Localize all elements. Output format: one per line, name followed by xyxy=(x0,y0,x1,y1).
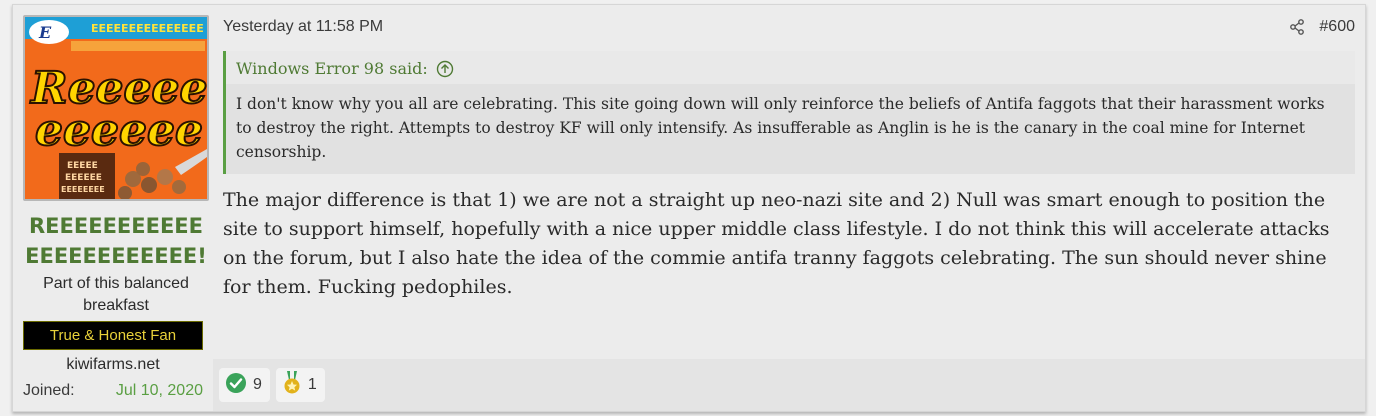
jump-to-quote-icon[interactable] xyxy=(436,60,454,78)
forum-post: EEEEEEEEEEEEEEE E Reeeee eeeeee EEEEE EE… xyxy=(12,4,1366,412)
post-main: Yesterday at 11:58 PM #600 Windows Error… xyxy=(213,5,1365,411)
avatar-top-banner: EEEEEEEEEEEEEEE xyxy=(91,22,204,35)
joined-row: Joined: Jul 10, 2020 xyxy=(23,380,203,402)
medal-icon xyxy=(282,370,302,400)
avatar-corner-logo: E xyxy=(38,23,52,42)
quote-text: I don't know why you all are celebrating… xyxy=(226,84,1355,174)
message-body: The major difference is that 1) we are n… xyxy=(223,189,1330,298)
avatar-image: EEEEEEEEEEEEEEE E Reeeee eeeeee EEEEE EE… xyxy=(25,17,207,199)
reaction-winner-count: 1 xyxy=(307,376,317,393)
post-header: Yesterday at 11:58 PM #600 xyxy=(223,15,1355,39)
avatar-box-line-3: EEEEEEEE xyxy=(61,185,105,194)
user-banner: True & Honest Fan xyxy=(23,321,203,350)
avatar-box-line-2: EEEEEE xyxy=(65,173,102,183)
post-header-actions: #600 xyxy=(1289,18,1355,36)
checkmark-icon xyxy=(225,372,247,399)
username[interactable]: REEEEEEEEEEEEEEEEEEEEEEE! xyxy=(23,211,209,271)
user-site: kiwifarms.net xyxy=(66,356,160,373)
user-sidebar: EEEEEEEEEEEEEEE E Reeeee eeeeee EEEEE EE… xyxy=(13,5,213,411)
avatar-big-line-2: eeeeee xyxy=(35,105,203,156)
quote-author[interactable]: Windows Error 98 said: xyxy=(236,59,428,78)
post-number[interactable]: #600 xyxy=(1319,18,1355,36)
post-timestamp[interactable]: Yesterday at 11:58 PM xyxy=(223,18,383,36)
avatar[interactable]: EEEEEEEEEEEEEEE E Reeeee eeeeee EEEEE EE… xyxy=(23,15,209,201)
share-icon[interactable] xyxy=(1289,19,1305,35)
avatar-box-line-1: EEEEE xyxy=(67,161,98,171)
reaction-agree[interactable]: 9 xyxy=(219,368,270,402)
reaction-agree-count: 9 xyxy=(253,376,262,393)
quote-header: Windows Error 98 said: xyxy=(226,51,1355,84)
joined-label: Joined: xyxy=(23,382,75,399)
reaction-winner[interactable]: 1 xyxy=(275,368,325,402)
user-title: Part of this balanced breakfast xyxy=(43,275,189,314)
joined-date: Jul 10, 2020 xyxy=(115,382,203,399)
quote-block: Windows Error 98 said: I don't know why … xyxy=(223,51,1355,174)
reactions-bar: 9 1 xyxy=(213,359,1365,411)
